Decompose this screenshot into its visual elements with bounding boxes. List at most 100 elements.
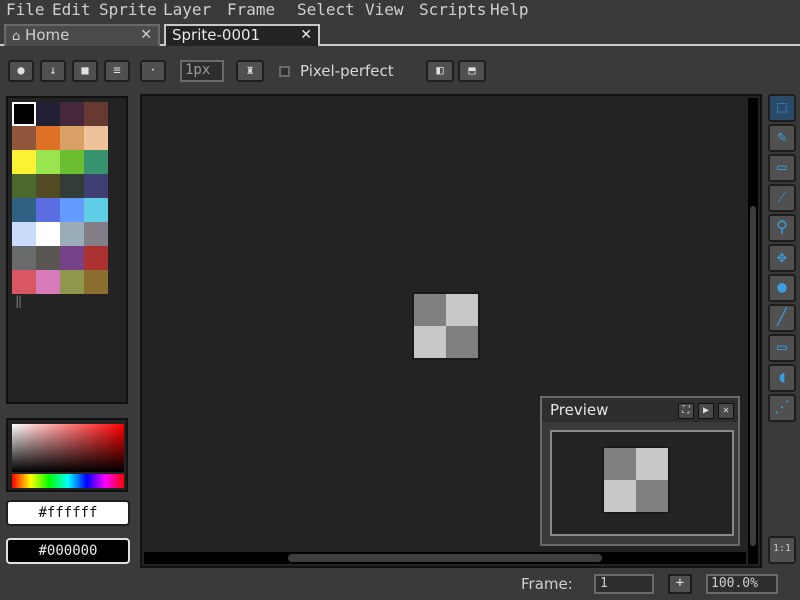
palette-swatch[interactable] [12,246,36,270]
palette-swatch[interactable] [84,270,108,294]
preview-close-button[interactable]: ✕ [718,403,734,419]
palette-swatch[interactable] [60,126,84,150]
foreground-color-button[interactable]: #ffffff [6,500,130,526]
palette-swatch[interactable] [12,174,36,198]
tool-pencil[interactable]: ✎ [768,124,796,152]
menu-help[interactable]: Help [490,0,529,22]
hue-slider[interactable] [12,474,124,488]
tool-rectangle[interactable]: ▭ [768,334,796,362]
palette-swatch[interactable] [12,102,36,126]
palette-resize-handle[interactable]: ‖ [15,294,22,308]
palette-swatch[interactable] [60,174,84,198]
tool-move[interactable]: ✥ [768,244,796,272]
tool-bar: ⬚ ✎ ▭ ⁄ ⚲ ✥ ● ╱ ▭ ◖ ⋰ [766,94,798,424]
preview-play-button[interactable]: ▶ [698,403,714,419]
palette-swatch[interactable] [36,126,60,150]
brush-arrow-button[interactable]: ↓ [40,60,66,82]
tool-spray[interactable]: ⋰ [768,394,796,422]
play-icon: ▶ [702,405,710,416]
menu-frame[interactable]: Frame [227,0,275,22]
palette-swatch[interactable] [36,150,60,174]
symmetry-h-icon: ⬒ [468,63,476,77]
tab-home-close-icon[interactable]: ✕ [140,26,152,44]
brush-size-field[interactable]: 1px [180,60,224,82]
frame-label: Frame: [521,575,573,593]
tool-eraser[interactable]: ▭ [768,154,796,182]
zoom-icon: ⚲ [776,217,788,236]
menu-view[interactable]: View [365,0,404,22]
palette-swatch[interactable] [12,222,36,246]
palette-swatch[interactable] [84,126,108,150]
pixel-perfect-label: Pixel-perfect [300,62,394,80]
brush-dot-button[interactable]: · [140,60,166,82]
vertical-scroll-thumb[interactable] [750,206,756,546]
menu-file[interactable]: File [6,0,45,22]
background-color-button[interactable]: #000000 [6,538,130,564]
palette-swatch[interactable] [60,246,84,270]
palette-swatch[interactable] [36,198,60,222]
tool-eyedropper[interactable]: ⁄ [768,184,796,212]
add-frame-button[interactable]: + [668,574,692,594]
tab-home-label: Home [25,26,70,44]
menu-edit[interactable]: Edit [52,0,91,22]
menu-select[interactable]: Select [297,0,355,22]
palette-swatch[interactable] [36,174,60,198]
palette-swatch[interactable] [60,198,84,222]
tab-bar: ⌂ Home ✕ Sprite-0001 ✕ [0,22,800,46]
horizontal-scrollbar[interactable] [144,552,746,564]
tool-rectangular-marquee[interactable]: ⬚ [768,94,796,122]
palette-swatch[interactable] [36,102,60,126]
reset-zoom-button[interactable]: 1:1 [768,536,796,564]
brush-square-button[interactable]: ■ [72,60,98,82]
palette-swatch[interactable] [84,246,108,270]
palette-swatch[interactable] [84,222,108,246]
preview-center-button[interactable]: ⛶ [678,403,694,419]
palette-swatch[interactable] [12,198,36,222]
symmetry-horizontal-button[interactable]: ⬒ [458,60,486,82]
vertical-scrollbar[interactable] [748,98,758,564]
palette-swatch[interactable] [36,270,60,294]
horizontal-scroll-thumb[interactable] [288,554,602,562]
tab-home[interactable]: ⌂ Home ✕ [4,24,160,46]
menu-scripts[interactable]: Scripts [419,0,486,22]
palette-swatch[interactable] [12,126,36,150]
pixel-perfect-checkbox[interactable] [279,66,290,77]
saturation-value-box[interactable] [12,424,124,472]
tab-sprite-0001[interactable]: Sprite-0001 ✕ [164,24,320,46]
palette-swatch[interactable] [36,222,60,246]
status-bar: Frame: 1 + 100.0% [0,570,800,600]
tool-line[interactable]: ╱ [768,304,796,332]
tool-contour[interactable]: ◖ [768,364,796,392]
color-selector [6,418,128,492]
symmetry-vertical-button[interactable]: ◧ [426,60,454,82]
palette-swatch[interactable] [12,270,36,294]
menu-sprite[interactable]: Sprite [99,0,157,22]
brush-options-button[interactable]: ≡ [104,60,130,82]
palette-swatch[interactable] [60,270,84,294]
menu-bar: File Edit Sprite Layer Frame Select View… [0,0,800,22]
tab-sprite-close-icon[interactable]: ✕ [300,26,312,44]
palette-swatch[interactable] [60,222,84,246]
rectangle-icon: ▭ [777,337,787,356]
palette-swatch[interactable] [84,102,108,126]
menu-lines-icon: ≡ [113,63,121,77]
palette-swatch[interactable] [60,150,84,174]
palette-swatch[interactable] [12,150,36,174]
palette-swatch[interactable] [36,246,60,270]
preview-viewport[interactable] [550,430,734,536]
paint-bucket-icon: ● [777,277,787,296]
ink-button[interactable]: ♜ [236,60,264,82]
tool-paint-bucket[interactable]: ● [768,274,796,302]
tool-zoom[interactable]: ⚲ [768,214,796,242]
move-icon: ✥ [777,247,787,266]
brush-icon: ● [17,63,25,77]
sprite-canvas[interactable] [412,292,480,360]
palette-swatch[interactable] [84,150,108,174]
brush-round-button[interactable]: ● [8,60,34,82]
palette-swatch[interactable] [84,174,108,198]
palette-swatch[interactable] [60,102,84,126]
frame-field[interactable]: 1 [594,574,654,594]
menu-layer[interactable]: Layer [163,0,211,22]
zoom-field[interactable]: 100.0% [706,574,778,594]
palette-swatch[interactable] [84,198,108,222]
